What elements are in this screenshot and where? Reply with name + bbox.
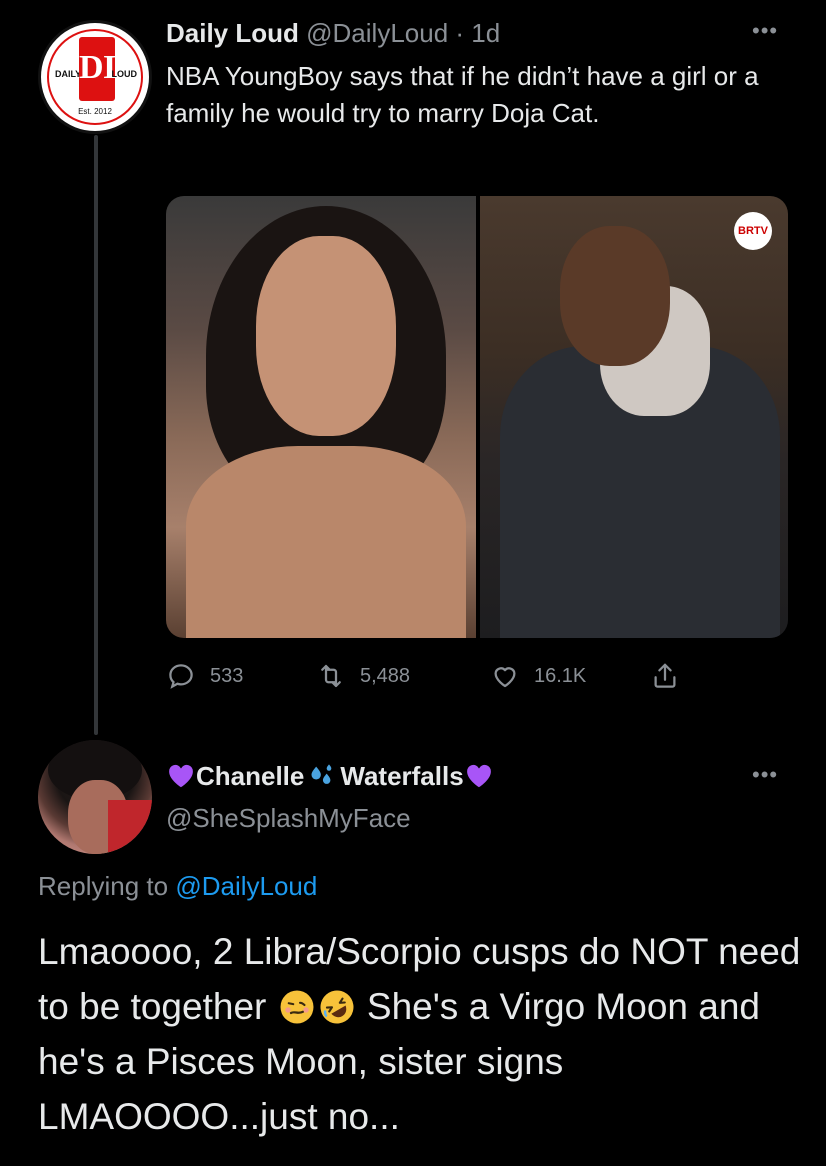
- photo-body: [186, 446, 466, 638]
- reply-avatar[interactable]: [38, 740, 152, 854]
- share-button[interactable]: [650, 656, 694, 696]
- like-count: 16.1K: [534, 664, 587, 687]
- media-photo-right[interactable]: BRTV: [480, 196, 788, 638]
- more-dots-icon[interactable]: •••: [752, 762, 778, 788]
- like-button[interactable]: 16.1K: [490, 656, 586, 696]
- retweet-icon: [321, 664, 341, 688]
- reply-author-name[interactable]: Chanelle Waterfalls: [166, 758, 494, 794]
- retweet-count: 5,488: [360, 664, 411, 687]
- reply-button[interactable]: 533: [166, 656, 243, 696]
- retweet-button[interactable]: 5,488: [316, 656, 410, 696]
- reply-name-part2: Waterfalls: [340, 761, 464, 791]
- author-handle[interactable]: @DailyLoud: [306, 18, 448, 48]
- reply-avatar-clothing: [108, 800, 152, 854]
- thread-line: [94, 135, 98, 735]
- woozy-face-icon: [280, 990, 314, 1024]
- avatar-left-word: DAILY: [55, 69, 82, 79]
- share-icon: [654, 663, 676, 688]
- tweet-media[interactable]: BRTV: [166, 196, 788, 638]
- reply-name-part1: Chanelle: [196, 761, 305, 791]
- purple-heart-icon: [169, 764, 193, 788]
- replying-label: Replying to: [38, 871, 176, 901]
- reply-author-handle[interactable]: @SheSplashMyFace: [166, 800, 411, 836]
- replying-to: Replying to @DailyLoud: [38, 868, 317, 904]
- reply-text: Lmaoooo, 2 Libra/Scorpio cusps do NOT ne…: [38, 924, 808, 1144]
- reply-count: 533: [210, 664, 244, 687]
- sweat-droplets-icon: [311, 764, 332, 784]
- avatar-right-word: LOUD: [111, 69, 138, 79]
- tweet-header: Daily Loud @DailyLoud · 1d: [166, 16, 500, 50]
- photo-face: [256, 236, 396, 436]
- replying-handle-link[interactable]: @DailyLoud: [175, 871, 317, 901]
- daily-loud-avatar[interactable]: DAILY DL LOUD Est. 2012: [38, 20, 152, 134]
- author-name[interactable]: Daily Loud: [166, 18, 299, 48]
- meta-separator: ·: [448, 18, 472, 48]
- purple-heart-icon: [466, 764, 491, 788]
- media-photo-left[interactable]: [166, 196, 476, 638]
- tweet-text: NBA YoungBoy says that if he didn’t have…: [166, 61, 759, 128]
- avatar-established: Est. 2012: [78, 107, 112, 116]
- reply-icon: [169, 664, 193, 689]
- author-handle-text[interactable]: @DailyLoud: [306, 18, 448, 48]
- heart-icon: [494, 667, 516, 688]
- more-dots-icon[interactable]: •••: [752, 18, 778, 44]
- media-watermark-badge: BRTV: [734, 212, 772, 250]
- avatar-monogram: DL: [79, 37, 126, 101]
- tweet-time[interactable]: 1d: [471, 18, 500, 48]
- photo-head: [560, 226, 670, 366]
- rofl-face-icon: [320, 990, 354, 1024]
